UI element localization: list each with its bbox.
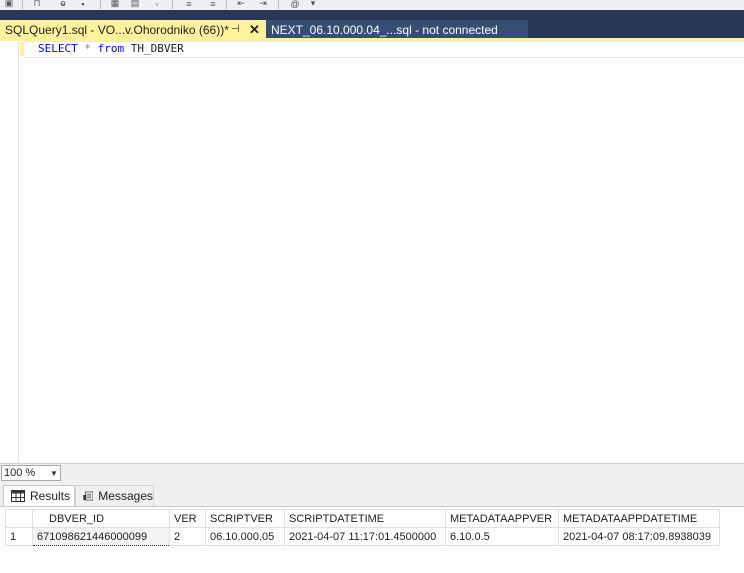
- dropdown-icon[interactable]: ▾: [306, 0, 320, 9]
- code-line-1[interactable]: SELECT * from TH_DBVER: [38, 42, 184, 56]
- tab-sqlquery1[interactable]: SQLQuery1.sql - VO...v.Ohorodniko (66))*…: [0, 20, 266, 39]
- results-grid-area: DBVER_ID VER SCRIPTVER SCRIPTDATETIME ME…: [0, 506, 744, 573]
- document-tab-strip: SQLQuery1.sql - VO...v.Ohorodniko (66))*…: [0, 10, 744, 39]
- result-tabs: Results Messages: [0, 481, 744, 507]
- cell-metadataappdatetime[interactable]: 2021-04-07 08:17:09.8938039: [558, 527, 720, 546]
- row-number-header[interactable]: [5, 509, 33, 528]
- zoom-select[interactable]: 100 % ▼: [1, 465, 61, 481]
- results-grid-icon[interactable]: ▦: [108, 0, 122, 9]
- messages-icon: [83, 491, 94, 501]
- table-row[interactable]: 1 671098621446000099 2 06.10.000.05 2021…: [5, 527, 720, 546]
- tab-messages-label: Messages: [98, 489, 153, 503]
- toolbar-separator: [100, 0, 101, 9]
- tab-results-label: Results: [30, 489, 71, 503]
- column-header-ver[interactable]: VER: [169, 509, 206, 528]
- toolbar-separator: [22, 0, 23, 9]
- pin-icon[interactable]: ⊣: [231, 24, 240, 35]
- zoom-value: 100 %: [4, 467, 36, 479]
- tab-messages[interactable]: Messages: [75, 485, 154, 506]
- tab-next-script-label: NEXT_06.10.000.04_...sql - not connected: [271, 22, 498, 37]
- tab-results[interactable]: Results: [3, 485, 75, 506]
- plan-icon[interactable]: ▪: [76, 0, 90, 9]
- row-number[interactable]: 1: [5, 527, 33, 546]
- tab-next-script[interactable]: NEXT_06.10.000.04_...sql - not connected: [266, 20, 528, 39]
- toolbar-button-icon[interactable]: ▣: [2, 0, 16, 9]
- tab-sqlquery1-label: SQLQuery1.sql - VO...v.Ohorodniko (66))*: [5, 22, 229, 37]
- keyword-select: SELECT: [38, 42, 78, 55]
- star-operator: *: [84, 42, 91, 55]
- cell-scriptver[interactable]: 06.10.000.05: [205, 527, 285, 546]
- chevron-down-icon[interactable]: ▼: [48, 469, 60, 478]
- zoom-bar: 100 % ▼: [0, 463, 744, 481]
- toolbar-separator: [172, 0, 173, 9]
- toolbar-separator: [226, 0, 227, 9]
- table-identifier: TH_DBVER: [130, 42, 184, 55]
- column-header-scriptdatetime[interactable]: SCRIPTDATETIME: [284, 509, 446, 528]
- grid-icon: [11, 490, 25, 502]
- outdent-icon[interactable]: ⇥: [256, 0, 270, 9]
- results-grid[interactable]: DBVER_ID VER SCRIPTVER SCRIPTDATETIME ME…: [5, 509, 720, 546]
- column-header-scriptver[interactable]: SCRIPTVER: [205, 509, 285, 528]
- cell-scriptdatetime[interactable]: 2021-04-07 11:17:01.4500000: [284, 527, 446, 546]
- indent-icon[interactable]: ⇤: [234, 0, 248, 9]
- column-header-dbver-id[interactable]: DBVER_ID: [32, 509, 170, 528]
- cell-ver[interactable]: 2: [169, 527, 206, 546]
- close-icon[interactable]: ✕: [249, 22, 260, 38]
- parse-icon[interactable]: ⱺ: [56, 0, 70, 9]
- specify-values-icon[interactable]: @: [288, 0, 302, 9]
- column-header-metadataappver[interactable]: METADATAAPPVER: [445, 509, 559, 528]
- results-text-icon[interactable]: ▤: [128, 0, 142, 9]
- toolbar-separator: [278, 0, 279, 9]
- change-indicator: [20, 42, 24, 56]
- comment-icon[interactable]: ≡: [182, 0, 196, 9]
- cell-dbver-id[interactable]: 671098621446000099: [32, 527, 170, 546]
- column-header-metadataappdatetime[interactable]: METADATAAPPDATETIME: [558, 509, 720, 528]
- execute-icon[interactable]: ⊓: [30, 0, 44, 9]
- keyword-from: from: [97, 42, 125, 55]
- editor-gutter: [0, 41, 19, 463]
- query-editor[interactable]: SELECT * from TH_DBVER: [0, 41, 744, 463]
- results-file-icon[interactable]: ▫: [150, 0, 164, 9]
- cell-metadataappver[interactable]: 6.10.0.5: [445, 527, 559, 546]
- uncomment-icon[interactable]: ≡: [206, 0, 220, 9]
- grid-header-row: DBVER_ID VER SCRIPTVER SCRIPTDATETIME ME…: [5, 509, 720, 528]
